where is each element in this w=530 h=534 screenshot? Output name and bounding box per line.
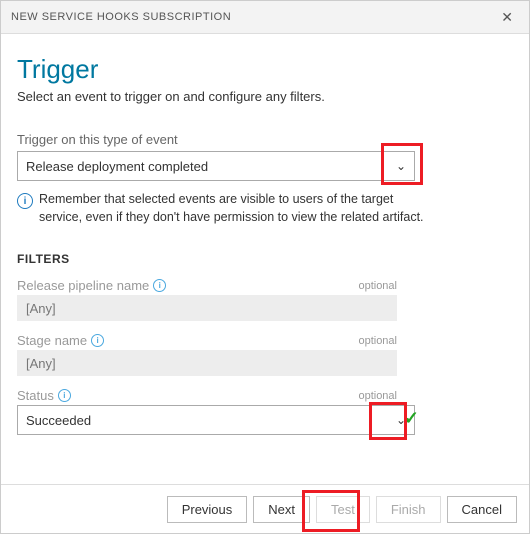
optional-tag: optional [358, 280, 397, 292]
chevron-down-icon: ⌄ [396, 159, 406, 173]
info-icon: i [17, 193, 33, 209]
event-type-select[interactable]: Release deployment completed ⌄ [17, 151, 415, 181]
next-button[interactable]: Next [253, 496, 310, 523]
event-type-label: Trigger on this type of event [17, 132, 513, 147]
finish-button[interactable]: Finish [376, 496, 441, 523]
info-icon[interactable]: i [91, 334, 104, 347]
dialog-window: NEW SERVICE HOOKS SUBSCRIPTION ✕ Trigger… [0, 0, 530, 534]
filter-status-value: Succeeded [26, 413, 91, 428]
filter-stage: Stage name i optional [Any] [17, 333, 397, 376]
dialog-title: NEW SERVICE HOOKS SUBSCRIPTION [11, 11, 231, 23]
dialog-header: NEW SERVICE HOOKS SUBSCRIPTION ✕ [1, 1, 529, 34]
info-text: Remember that selected events are visibl… [39, 191, 437, 226]
filters-heading: FILTERS [17, 252, 513, 266]
test-button[interactable]: Test [316, 496, 370, 523]
filter-pipeline-label: Release pipeline name i [17, 278, 397, 293]
filter-pipeline: Release pipeline name i optional [Any] [17, 278, 397, 321]
filter-pipeline-input[interactable]: [Any] [17, 295, 397, 321]
checkmark-icon: ✓ [404, 408, 419, 429]
event-type-value: Release deployment completed [26, 159, 208, 174]
dialog-content: Trigger Select an event to trigger on an… [1, 34, 529, 484]
cancel-button[interactable]: Cancel [447, 496, 517, 523]
optional-tag: optional [358, 390, 397, 402]
filter-stage-label: Stage name i [17, 333, 397, 348]
info-icon[interactable]: i [58, 389, 71, 402]
info-row: i Remember that selected events are visi… [17, 191, 437, 226]
page-subtitle: Select an event to trigger on and config… [17, 89, 513, 104]
info-icon[interactable]: i [153, 279, 166, 292]
page-title: Trigger [17, 54, 513, 85]
optional-tag: optional [358, 335, 397, 347]
filter-stage-input[interactable]: [Any] [17, 350, 397, 376]
filter-status: Status i optional Succeeded ⌄ ✓ [17, 388, 397, 435]
dialog-footer: Previous Next Test Finish Cancel [1, 484, 529, 533]
filter-status-select[interactable]: Succeeded ⌄ [17, 405, 415, 435]
close-icon[interactable]: ✕ [495, 7, 519, 28]
filter-status-label: Status i [17, 388, 397, 403]
previous-button[interactable]: Previous [167, 496, 248, 523]
